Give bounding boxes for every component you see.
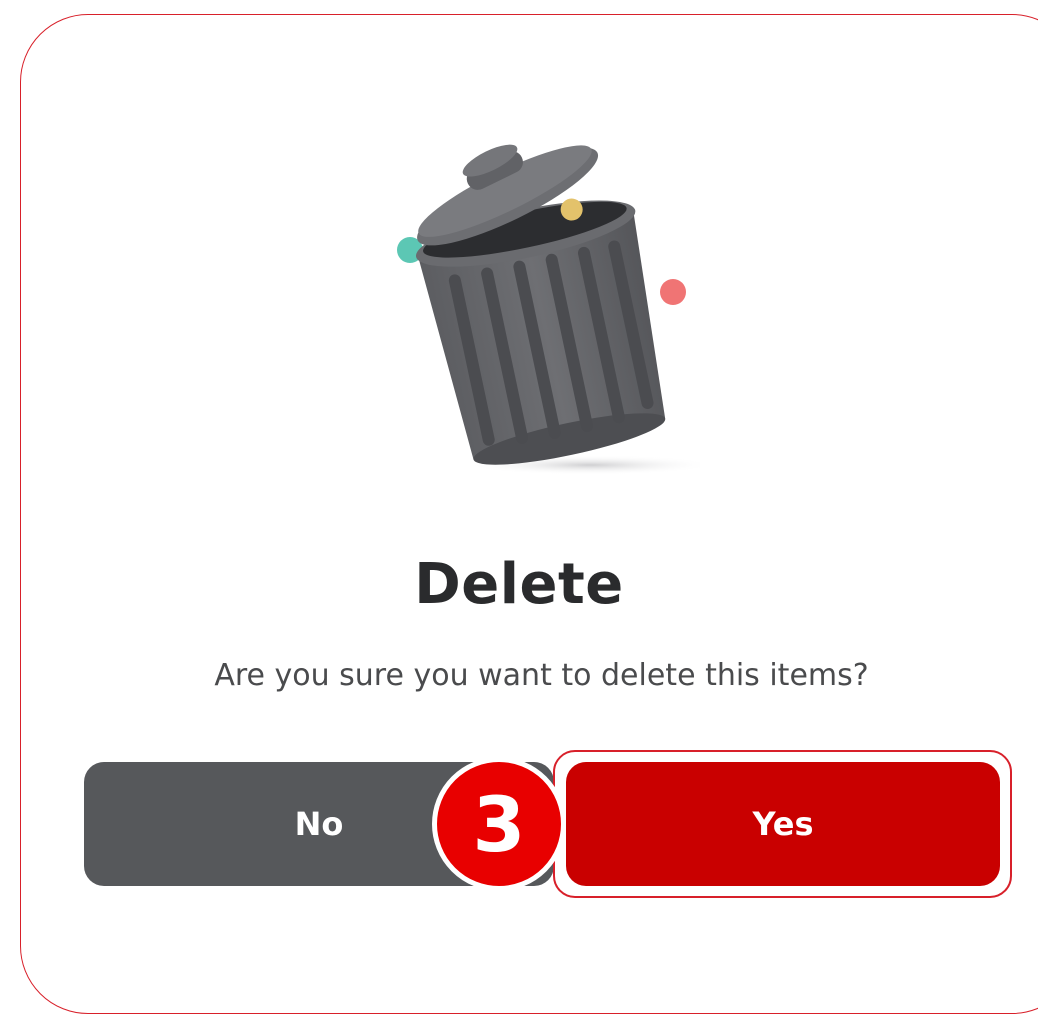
trash-can-icon	[397, 144, 700, 475]
dialog-message: Are you sure you want to delete this ite…	[214, 658, 869, 693]
step-number-badge: 3	[432, 757, 566, 891]
yes-button-highlight	[553, 750, 1012, 898]
dialog-title: Delete	[414, 552, 624, 617]
